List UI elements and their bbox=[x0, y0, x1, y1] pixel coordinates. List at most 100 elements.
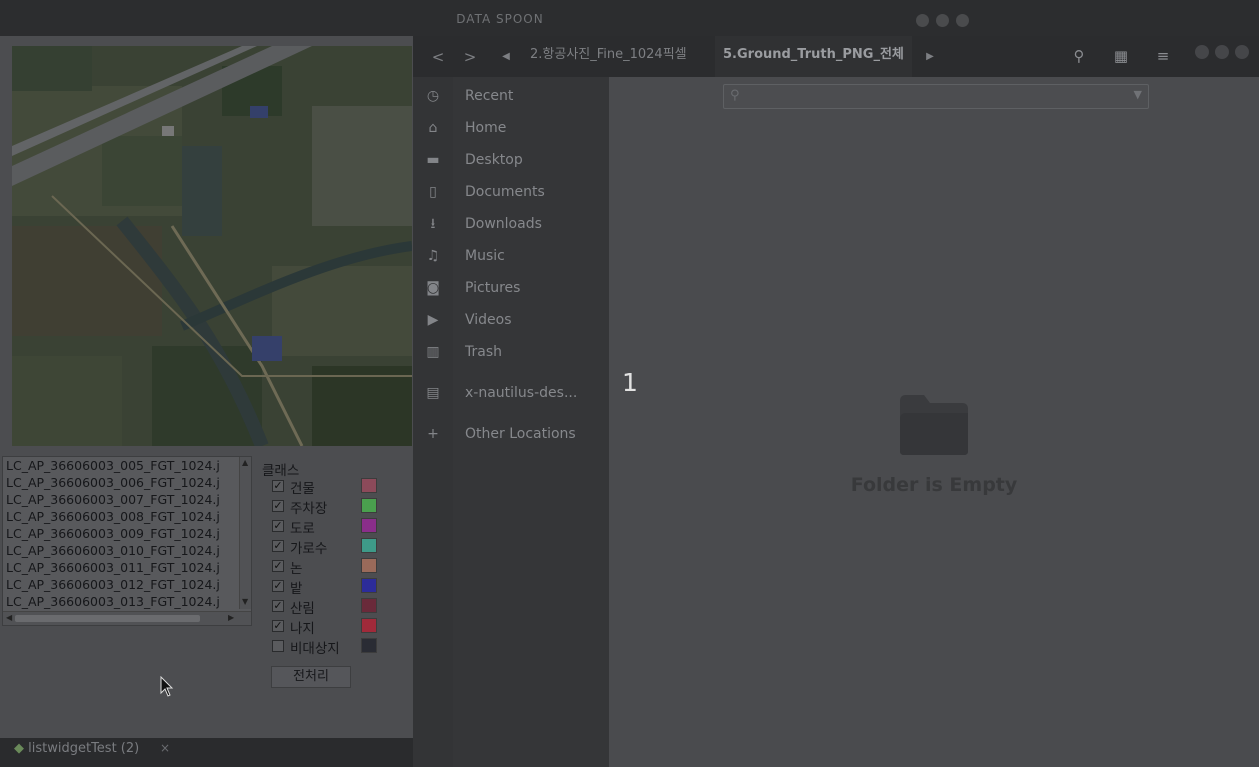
breadcrumb-right-button[interactable]: ▶ bbox=[917, 44, 943, 70]
class-label: 도로 bbox=[290, 521, 315, 537]
scroll-left-icon[interactable]: ◀ bbox=[6, 613, 12, 622]
breadcrumb-left-button[interactable]: ◀ bbox=[493, 44, 519, 70]
class-row[interactable]: 비대상지 bbox=[272, 637, 412, 657]
folder-icon: ▬ bbox=[426, 152, 440, 168]
class-checkbox[interactable]: ✓ bbox=[272, 560, 284, 572]
class-row[interactable]: ✓ 나지 bbox=[272, 617, 412, 637]
plus-icon: + bbox=[427, 426, 439, 442]
sidebar-item-documents[interactable]: ▯ Documents bbox=[413, 176, 609, 208]
list-item[interactable]: LC_AP_36606003_007_FGT_1024.j bbox=[3, 491, 251, 508]
sidebar-item-label: Trash bbox=[465, 344, 502, 360]
horizontal-scrollbar[interactable]: ◀ ▶ bbox=[3, 611, 251, 625]
video-icon: ▶ bbox=[427, 312, 439, 328]
caret-right-icon: ▶ bbox=[926, 51, 934, 62]
class-row[interactable]: ✓ 산림 bbox=[272, 597, 412, 617]
classes-header: 클래스 bbox=[262, 463, 300, 479]
class-row[interactable]: ✓ 도로 bbox=[272, 517, 412, 537]
class-color-swatch bbox=[361, 578, 377, 593]
sidebar-item-pictures[interactable]: ◙ Pictures bbox=[413, 272, 609, 304]
menu-button[interactable]: ≡ bbox=[1148, 42, 1178, 70]
sidebar-item-label: Documents bbox=[465, 184, 545, 200]
python-icon: ◆ bbox=[14, 741, 24, 756]
sidebar-item-downloads[interactable]: ⭳ Downloads bbox=[413, 208, 609, 240]
chevron-left-icon: < bbox=[431, 48, 445, 66]
breadcrumb-item-active[interactable]: 5.Ground_Truth_PNG_전체 bbox=[715, 36, 912, 77]
class-checkbox[interactable]: ✓ bbox=[272, 500, 284, 512]
class-checkbox[interactable]: ✓ bbox=[272, 620, 284, 632]
sidebar-item-home[interactable]: ⌂ Home bbox=[413, 112, 609, 144]
music-icon: ♫ bbox=[426, 248, 440, 264]
class-checkbox[interactable]: ✓ bbox=[272, 540, 284, 552]
sidebar-item-music[interactable]: ♫ Music bbox=[413, 240, 609, 272]
maximize-button[interactable] bbox=[936, 14, 949, 27]
minimize-button[interactable] bbox=[916, 14, 929, 27]
class-row[interactable]: ✓ 논 bbox=[272, 557, 412, 577]
scrollbar-thumb[interactable] bbox=[15, 615, 200, 622]
scroll-right-icon[interactable]: ▶ bbox=[228, 613, 234, 622]
fm-maximize-button[interactable] bbox=[1215, 45, 1229, 59]
class-checkbox[interactable] bbox=[272, 640, 284, 652]
sidebar-item-network-drive[interactable]: ▤ x-nautilus-des... bbox=[413, 377, 609, 409]
taskbar-tab[interactable]: ◆ listwidgetTest (2) bbox=[14, 741, 139, 756]
close-icon[interactable]: × bbox=[160, 741, 170, 755]
class-row[interactable]: ✓ 가로수 bbox=[272, 537, 412, 557]
sidebar-item-videos[interactable]: ▶ Videos bbox=[413, 304, 609, 336]
scroll-up-icon[interactable]: ▲ bbox=[242, 458, 248, 467]
search-button[interactable]: ⚲ bbox=[1064, 42, 1094, 70]
chevron-right-icon: > bbox=[463, 48, 477, 66]
preprocess-button[interactable]: 전처리 bbox=[271, 666, 351, 688]
class-label: 주차장 bbox=[290, 501, 328, 517]
sidebar-item-label: Pictures bbox=[465, 280, 521, 296]
chevron-down-icon[interactable]: ▼ bbox=[1134, 88, 1142, 101]
list-item[interactable]: LC_AP_36606003_011_FGT_1024.j bbox=[3, 559, 251, 576]
mouse-cursor-icon bbox=[160, 676, 174, 697]
list-item[interactable]: LC_AP_36606003_013_FGT_1024.j bbox=[3, 593, 251, 610]
list-item[interactable]: LC_AP_36606003_012_FGT_1024.j bbox=[3, 576, 251, 593]
sidebar-item-recent[interactable]: ◷ Recent bbox=[413, 80, 609, 112]
list-item[interactable]: LC_AP_36606003_008_FGT_1024.j bbox=[3, 508, 251, 525]
list-item[interactable]: LC_AP_36606003_005_FGT_1024.j bbox=[3, 457, 251, 474]
class-color-swatch bbox=[361, 638, 377, 653]
sidebar-item-desktop[interactable]: ▬ Desktop bbox=[413, 144, 609, 176]
view-toggle-button[interactable]: ▦ bbox=[1106, 42, 1136, 70]
file-list[interactable]: LC_AP_36606003_005_FGT_1024.j LC_AP_3660… bbox=[2, 456, 252, 626]
class-checkbox[interactable]: ✓ bbox=[272, 520, 284, 532]
sidebar-item-other-locations[interactable]: + Other Locations bbox=[413, 418, 609, 450]
class-label: 비대상지 bbox=[290, 641, 340, 657]
vertical-scrollbar[interactable]: ▲ ▼ bbox=[239, 457, 251, 609]
search-input[interactable]: ⚲ ▼ bbox=[723, 84, 1149, 109]
class-color-swatch bbox=[361, 498, 377, 513]
scroll-down-icon[interactable]: ▼ bbox=[242, 597, 248, 606]
list-item[interactable]: LC_AP_36606003_009_FGT_1024.j bbox=[3, 525, 251, 542]
taskbar-tab-label: listwidgetTest (2) bbox=[28, 741, 140, 756]
top-bar: DATA SPOON bbox=[0, 0, 1259, 36]
back-button[interactable]: < bbox=[425, 44, 451, 70]
list-item[interactable]: LC_AP_36606003_010_FGT_1024.j bbox=[3, 542, 251, 559]
class-color-swatch bbox=[361, 478, 377, 493]
forward-button[interactable]: > bbox=[457, 44, 483, 70]
class-row[interactable]: ✓ 밭 bbox=[272, 577, 412, 597]
sidebar-item-label: Home bbox=[465, 120, 507, 136]
class-row[interactable]: ✓ 건물 bbox=[272, 477, 412, 497]
sidebar-item-label: Desktop bbox=[465, 152, 523, 168]
class-label: 산림 bbox=[290, 601, 315, 617]
sidebar-item-trash[interactable]: ▥ Trash bbox=[413, 336, 609, 368]
class-checkbox[interactable]: ✓ bbox=[272, 580, 284, 592]
class-color-swatch bbox=[361, 558, 377, 573]
class-row[interactable]: ✓ 주차장 bbox=[272, 497, 412, 517]
sidebar-item-label: Other Locations bbox=[465, 426, 576, 442]
class-panel: 클래스 ✓ 건물 ✓ 주차장 ✓ 도로 ✓ 가로수 ✓ 논 ✓ 밭 ✓ 산림 ✓… bbox=[260, 456, 413, 658]
close-button[interactable] bbox=[956, 14, 969, 27]
class-checkbox[interactable]: ✓ bbox=[272, 600, 284, 612]
fm-minimize-button[interactable] bbox=[1195, 45, 1209, 59]
grid-view-icon: ▦ bbox=[1113, 47, 1129, 65]
list-item[interactable]: LC_AP_36606003_006_FGT_1024.j bbox=[3, 474, 251, 491]
class-label: 가로수 bbox=[290, 541, 328, 557]
window-title: DATA SPOON bbox=[456, 12, 544, 26]
breadcrumb-item[interactable]: 2.항공사진_Fine_1024픽셀 bbox=[530, 36, 687, 77]
fm-close-button[interactable] bbox=[1235, 45, 1249, 59]
empty-folder-icon bbox=[900, 395, 968, 455]
class-checkbox[interactable]: ✓ bbox=[272, 480, 284, 492]
search-icon: ⚲ bbox=[730, 88, 740, 103]
hamburger-menu-icon: ≡ bbox=[1156, 47, 1170, 65]
